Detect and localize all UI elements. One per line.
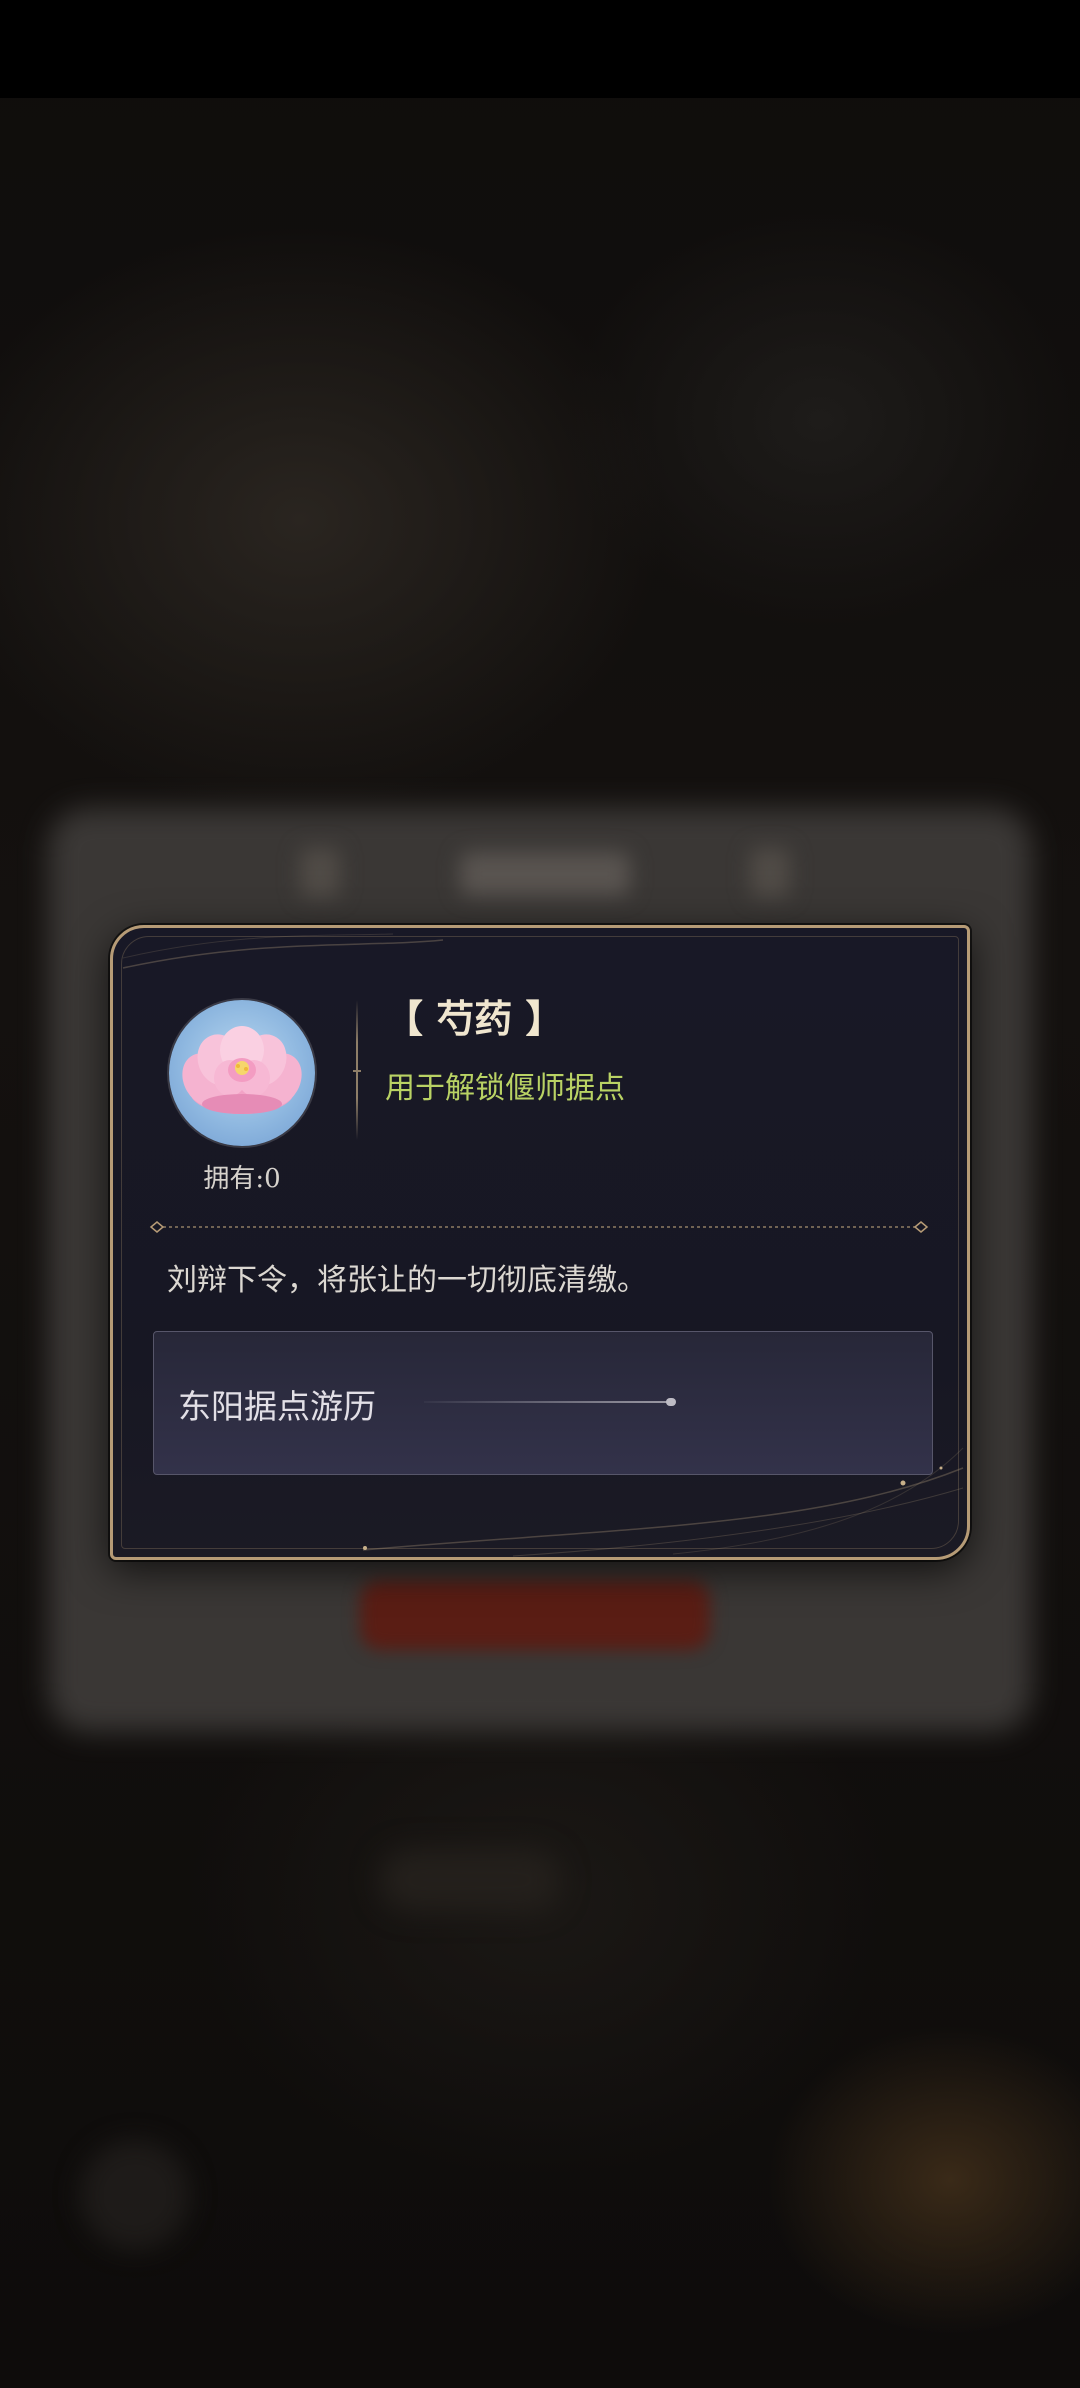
background-left-arrow-icon (300, 848, 340, 898)
source-label: 东阳据点游历 (178, 1387, 376, 1426)
item-detail-card: 拥有:0 【 芍药 】 用于解锁偃师据点 刘辩下令，将张让的一切彻底清缴。 东阳… (110, 925, 970, 1560)
item-name: 【 芍药 】 (385, 996, 564, 1041)
item-usage: 用于解锁偃师据点 (385, 1071, 625, 1106)
background-panel-header (460, 852, 630, 896)
owned-count: 拥有:0 (203, 1164, 281, 1194)
peony-flower-icon (169, 1000, 315, 1146)
title-divider-knot (353, 1070, 361, 1072)
background-element (380, 1850, 560, 1910)
source-line (424, 1401, 674, 1403)
screen: 拥有:0 【 芍药 】 用于解锁偃师据点 刘辩下令，将张让的一切彻底清缴。 东阳… (0, 0, 1080, 2388)
background-right-arrow-icon (750, 848, 790, 898)
dotted-separator (149, 1221, 929, 1233)
background-round-button (80, 2140, 190, 2250)
item-description: 刘辩下令，将张让的一切彻底清缴。 (167, 1263, 647, 1298)
background-action-button (360, 1580, 710, 1650)
status-bar (0, 0, 1080, 98)
source-line-dot (666, 1398, 676, 1406)
source-entry[interactable]: 东阳据点游历 (153, 1331, 933, 1475)
